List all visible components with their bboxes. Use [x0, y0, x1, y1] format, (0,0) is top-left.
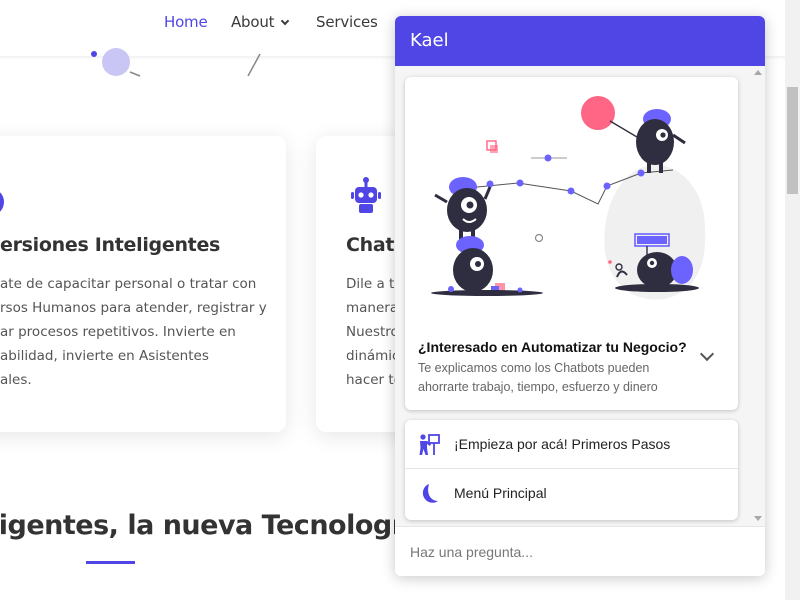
chat-scrollbar[interactable]: [751, 66, 765, 526]
card-title: ersiones Inteligentes: [0, 234, 221, 256]
page-scrollbar-thumb[interactable]: [787, 87, 798, 194]
moon-icon: [422, 484, 438, 503]
menu-item-label: Menú Principal: [454, 485, 547, 501]
nav-home-link[interactable]: Home: [164, 13, 208, 31]
nav-services-link[interactable]: Services: [316, 13, 378, 31]
chevron-down-icon: [281, 16, 290, 26]
chat-messages[interactable]: ¿Interesado en Automatizar tu Negocio? T…: [395, 66, 765, 526]
service-card-conversiones: ersiones Inteligentes ate de capacitar p…: [0, 136, 286, 432]
nav-about-label: About: [231, 13, 275, 31]
quick-reply-menu: ¡Empieza por acá! Primeros Pasos Menú Pr…: [405, 420, 738, 520]
section-heading: ligentes, la nueva Tecnologí: [0, 510, 401, 541]
chat-bubble-icon: [0, 188, 4, 216]
chat-title: Kael: [410, 30, 449, 51]
scroll-up-arrow-icon[interactable]: [754, 70, 762, 75]
chatbot-illustration: [431, 96, 706, 300]
menu-item-label: ¡Empieza por acá! Primeros Pasos: [454, 436, 671, 452]
chatbot-widget: Kael ¿Interesado en Automatizar tu Negoc…: [395, 16, 765, 576]
menu-item-menu-principal[interactable]: Menú Principal: [405, 469, 738, 518]
presenter-board-icon: [419, 434, 440, 455]
expand-chevron-icon[interactable]: [699, 346, 715, 362]
chat-header: Kael: [395, 16, 765, 66]
hero-illustration-fragment: [91, 48, 261, 77]
welcome-card[interactable]: ¿Interesado en Automatizar tu Negocio? T…: [405, 77, 738, 410]
welcome-subtext: Te explicamos como los Chatbots pueden a…: [418, 361, 658, 394]
section-underline: [86, 561, 135, 564]
card-description: ate de capacitar personal o tratar con r…: [0, 276, 267, 388]
menu-item-primeros-pasos[interactable]: ¡Empieza por acá! Primeros Pasos: [405, 420, 738, 469]
robot-icon: [351, 177, 381, 213]
welcome-heading: ¿Interesado en Automatizar tu Negocio?: [418, 339, 687, 355]
chat-message-input[interactable]: [395, 526, 765, 576]
scroll-down-arrow-icon[interactable]: [754, 516, 762, 521]
nav-about-link[interactable]: About: [231, 13, 290, 31]
